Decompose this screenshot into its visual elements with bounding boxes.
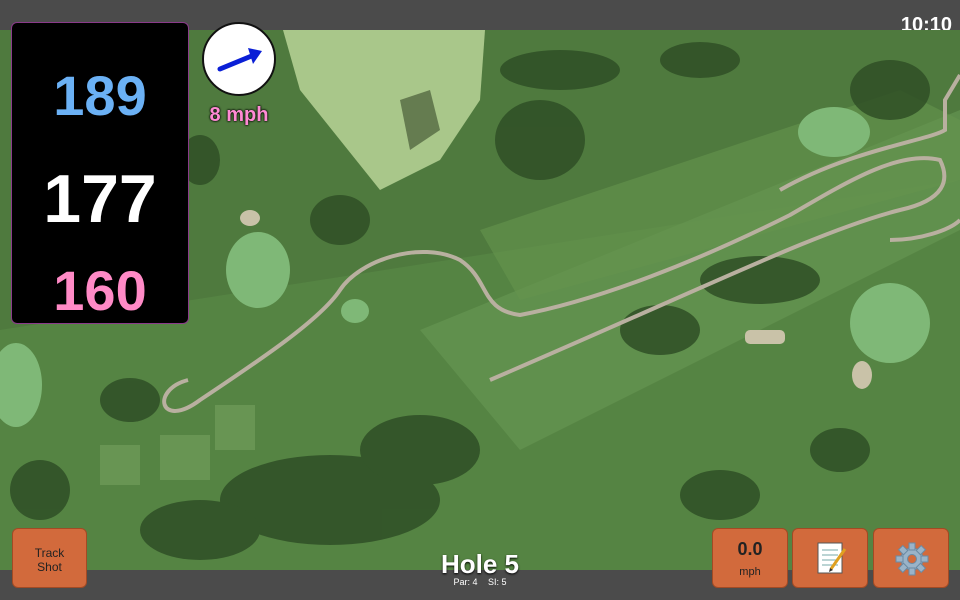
track-shot-label-line2: Shot xyxy=(37,560,62,574)
speed-button[interactable]: 0.0 mph xyxy=(712,528,788,588)
par-label: Par: 4 xyxy=(453,577,478,587)
middle-distance: 177 xyxy=(43,161,157,237)
track-shot-label-line1: Track xyxy=(34,546,65,560)
notes-button[interactable] xyxy=(792,528,868,588)
speed-value: 0.0 xyxy=(737,539,763,559)
hole-info: Par: 4 SI: 5 xyxy=(380,577,580,587)
wind-direction-arrow-icon xyxy=(217,48,262,72)
wind-speed-label: 8 mph xyxy=(209,104,269,126)
wind-indicator[interactable] xyxy=(202,22,276,96)
stroke-index-label: SI: 5 xyxy=(488,577,507,587)
distance-panel[interactable]: 189 177 160 xyxy=(11,22,189,324)
back-distance: 189 xyxy=(53,64,147,127)
track-shot-button[interactable]: Track Shot xyxy=(12,528,87,588)
settings-button[interactable] xyxy=(873,528,949,588)
hole-title: Hole 5 xyxy=(440,549,520,579)
gear-icon xyxy=(895,542,929,576)
speed-unit: mph xyxy=(739,566,761,578)
notepad-icon xyxy=(817,542,847,574)
front-distance: 160 xyxy=(53,259,147,322)
